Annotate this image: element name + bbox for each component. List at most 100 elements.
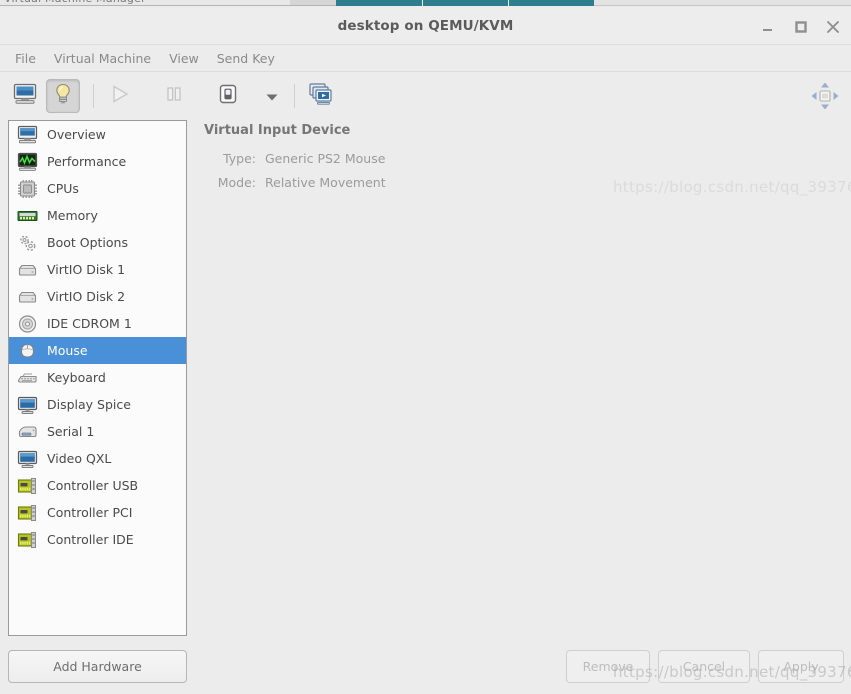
toolbar xyxy=(0,72,851,120)
sidebar-item-label: CPUs xyxy=(47,181,79,196)
pause-icon xyxy=(163,83,185,109)
hardware-list[interactable]: Overview Performance CPUs Memory Boot Op… xyxy=(8,120,187,636)
gears-icon xyxy=(16,232,38,254)
controller-card-icon xyxy=(16,475,38,497)
sidebar-item-controller-ide[interactable]: Controller IDE xyxy=(9,526,186,553)
memory-module-icon xyxy=(16,205,38,227)
details-body: Overview Performance CPUs Memory Boot Op… xyxy=(0,120,851,641)
sidebar-item-keyboard[interactable]: Keyboard xyxy=(9,364,186,391)
panel-title: Virtual Input Device xyxy=(204,123,351,138)
sidebar-item-label: IDE CDROM 1 xyxy=(47,316,132,331)
sidebar-item-label: Mouse xyxy=(47,343,88,358)
property-label: Mode: xyxy=(217,175,256,190)
sidebar-item-video-qxl[interactable]: Video QXL xyxy=(9,445,186,472)
sidebar-item-label: Controller USB xyxy=(47,478,139,493)
menu-item-virtual-machine[interactable]: Virtual Machine xyxy=(45,48,160,69)
display-icon xyxy=(16,448,38,470)
background-window-titlebar: Virtual Machine Manager xyxy=(0,0,336,6)
sidebar-item-label: Boot Options xyxy=(47,235,128,250)
toolbar-separator-1 xyxy=(93,84,94,108)
sidebar-item-controller-pci[interactable]: Controller PCI xyxy=(9,499,186,526)
power-on-button[interactable] xyxy=(103,79,137,113)
minimize-icon[interactable] xyxy=(759,17,779,37)
sidebar-item-controller-usb[interactable]: Controller USB xyxy=(9,472,186,499)
menubar: File Virtual Machine View Send Key xyxy=(0,45,851,72)
lightbulb-icon xyxy=(52,82,74,110)
snapshots-button[interactable] xyxy=(304,79,338,113)
vm-details-window: desktop on QEMU/KVM File Virtual Machine… xyxy=(0,8,851,694)
background-window: Virtual Machine Manager xyxy=(0,0,851,8)
apply-button[interactable]: Apply xyxy=(758,650,844,683)
sidebar-item-label: Memory xyxy=(47,208,98,223)
sidebar-item-mouse[interactable]: Mouse xyxy=(9,337,186,364)
maximize-icon[interactable] xyxy=(791,17,811,37)
sidebar-item-label: Controller PCI xyxy=(47,505,133,520)
sidebar-item-ide-cdrom-1[interactable]: IDE CDROM 1 xyxy=(9,310,186,337)
cancel-button[interactable]: Cancel xyxy=(658,650,750,683)
device-properties: Type: Generic PS2 Mouse Mode: Relative M… xyxy=(196,151,851,190)
cpu-chip-icon xyxy=(16,178,38,200)
monitor-icon xyxy=(12,82,38,110)
sidebar-item-label: Keyboard xyxy=(47,370,106,385)
controller-card-icon xyxy=(16,502,38,524)
add-hardware-button[interactable]: Add Hardware xyxy=(8,650,187,683)
monitor-icon xyxy=(16,124,38,146)
footer-actions: Add Hardware Remove Cancel Apply xyxy=(0,641,851,694)
play-icon xyxy=(108,83,132,109)
close-icon[interactable] xyxy=(823,17,843,37)
sidebar-item-label: Video QXL xyxy=(47,451,112,466)
shutdown-button[interactable] xyxy=(211,79,245,113)
show-console-button[interactable] xyxy=(8,79,42,113)
titlebar: desktop on QEMU/KVM xyxy=(0,8,851,45)
background-window-tabbar-empty xyxy=(594,0,851,6)
sidebar-item-boot-options[interactable]: Boot Options xyxy=(9,229,186,256)
sidebar-item-label: VirtIO Disk 1 xyxy=(47,262,126,277)
background-window-tabbar xyxy=(336,0,594,6)
property-label: Type: xyxy=(223,151,256,166)
display-icon xyxy=(16,394,38,416)
fullscreen-button[interactable] xyxy=(809,80,841,112)
property-value: Generic PS2 Mouse xyxy=(265,151,386,166)
pause-button[interactable] xyxy=(157,79,191,113)
mouse-icon xyxy=(16,340,38,362)
menu-item-view[interactable]: View xyxy=(160,48,208,69)
sidebar-item-label: Overview xyxy=(47,127,106,142)
snapshots-icon xyxy=(308,82,334,110)
sidebar-item-virtio-disk-2[interactable]: VirtIO Disk 2 xyxy=(9,283,186,310)
harddisk-icon xyxy=(16,286,38,308)
background-window-toolbar-remnant xyxy=(290,0,336,5)
sidebar-item-memory[interactable]: Memory xyxy=(9,202,186,229)
sidebar-item-serial-1[interactable]: Serial 1 xyxy=(9,418,186,445)
shutdown-options-button[interactable] xyxy=(261,79,283,113)
sidebar-item-label: VirtIO Disk 2 xyxy=(47,289,126,304)
harddisk-icon xyxy=(16,259,38,281)
resize-arrows-icon xyxy=(809,82,841,116)
menu-item-file[interactable]: File xyxy=(6,48,45,69)
sidebar-item-label: Performance xyxy=(47,154,127,169)
chevron-down-icon xyxy=(265,87,279,106)
sidebar-item-overview[interactable]: Overview xyxy=(9,121,186,148)
background-window-title: Virtual Machine Manager xyxy=(4,0,146,5)
property-row: Type: Generic PS2 Mouse xyxy=(204,151,851,166)
graph-icon xyxy=(16,151,38,173)
show-details-button[interactable] xyxy=(46,79,80,113)
property-row: Mode: Relative Movement xyxy=(204,175,851,190)
cdrom-icon xyxy=(16,313,38,335)
property-value: Relative Movement xyxy=(265,175,386,190)
sidebar-item-label: Display Spice xyxy=(47,397,131,412)
serial-port-icon xyxy=(16,421,38,443)
sidebar-item-label: Serial 1 xyxy=(47,424,95,439)
menu-item-send-key[interactable]: Send Key xyxy=(208,48,284,69)
sidebar-item-performance[interactable]: Performance xyxy=(9,148,186,175)
toolbar-separator-2 xyxy=(294,84,295,108)
sidebar-item-label: Controller IDE xyxy=(47,532,134,547)
controller-card-icon xyxy=(16,529,38,551)
window-title: desktop on QEMU/KVM xyxy=(337,18,514,34)
device-details-panel: Virtual Input Device Type: Generic PS2 M… xyxy=(196,120,851,641)
sidebar-item-virtio-disk-1[interactable]: VirtIO Disk 1 xyxy=(9,256,186,283)
power-switch-icon xyxy=(216,82,240,110)
sidebar-item-cpus[interactable]: CPUs xyxy=(9,175,186,202)
remove-button[interactable]: Remove xyxy=(566,650,650,683)
sidebar-item-display-spice[interactable]: Display Spice xyxy=(9,391,186,418)
keyboard-icon xyxy=(16,367,38,389)
